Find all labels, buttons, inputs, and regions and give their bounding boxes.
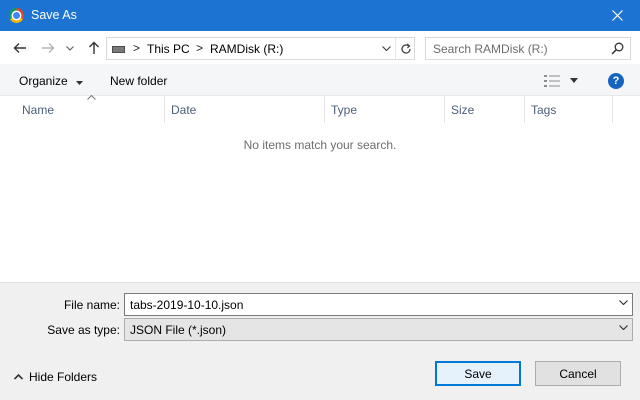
save-form: File name: tabs-2019-10-10.json Save as … (0, 282, 640, 400)
file-list[interactable]: Name Date Type Size Tags No items match … (0, 95, 640, 282)
address-dropdown-button[interactable] (377, 38, 395, 59)
up-button[interactable] (84, 39, 104, 57)
save-type-label-text: Save as type: (47, 323, 120, 337)
chrome-icon (9, 8, 24, 23)
back-button[interactable] (10, 39, 30, 57)
column-size[interactable]: Size (444, 96, 524, 123)
column-date[interactable]: Date (164, 96, 324, 123)
chevron-down-icon (66, 45, 74, 51)
cancel-button[interactable]: Cancel (535, 361, 621, 386)
window-title: Save As (31, 8, 77, 22)
save-button[interactable]: Save (435, 361, 521, 386)
caret-down-icon (570, 78, 578, 83)
save-type-select[interactable]: JSON File (*.json) (124, 318, 633, 341)
save-type-value: JSON File (*.json) (130, 323, 227, 337)
column-header-row: Name Date Type Size Tags (0, 95, 640, 123)
file-name-value: tabs-2019-10-10.json (130, 298, 244, 312)
change-view-button[interactable] (543, 72, 583, 89)
breadcrumb-separator: > (133, 41, 141, 55)
refresh-icon (400, 42, 411, 54)
hide-folders-button[interactable]: Hide Folders (14, 370, 97, 384)
organize-button[interactable]: Organize (19, 74, 84, 88)
title-bar: Save As (0, 0, 640, 31)
details-view-icon (544, 74, 560, 87)
hide-folders-label: Hide Folders (29, 370, 98, 384)
up-arrow-icon (89, 41, 99, 54)
forward-button[interactable] (38, 39, 58, 57)
file-name-label: File name: (0, 298, 120, 312)
address-row: > This PC > RAMDisk (R:) (0, 31, 640, 64)
chevron-up-icon (14, 374, 23, 380)
column-divider[interactable] (612, 96, 613, 123)
command-toolbar: Organize New folder ? (0, 64, 640, 96)
empty-message: No items match your search. (243, 138, 397, 152)
back-arrow-icon (13, 43, 26, 53)
caret-down-icon (76, 81, 84, 85)
chevron-down-icon (619, 325, 628, 330)
column-name[interactable]: Name (15, 96, 164, 123)
drive-icon (112, 46, 125, 53)
breadcrumb-ramdisk[interactable]: RAMDisk (R:) (210, 42, 283, 56)
breadcrumb-this-pc[interactable]: This PC (147, 42, 190, 56)
chevron-down-icon (381, 46, 391, 51)
search-box[interactable] (425, 37, 631, 60)
refresh-button[interactable] (395, 38, 415, 59)
breadcrumb-separator: > (196, 41, 204, 55)
column-type[interactable]: Type (324, 96, 444, 123)
save-type-label: Save as type: (0, 323, 120, 337)
file-name-field[interactable]: tabs-2019-10-10.json (124, 293, 633, 316)
close-icon (611, 10, 623, 21)
search-icon (611, 42, 624, 55)
column-tags[interactable]: Tags (524, 96, 612, 123)
recent-locations-button[interactable] (63, 39, 77, 57)
file-name-label-text: File name: (63, 298, 120, 312)
search-input[interactable] (426, 38, 606, 59)
address-bar[interactable]: > This PC > RAMDisk (R:) (106, 37, 415, 60)
chevron-down-icon[interactable] (619, 300, 628, 305)
forward-arrow-icon (42, 43, 55, 53)
close-button[interactable] (594, 0, 640, 31)
organize-label: Organize (19, 74, 68, 88)
new-folder-button[interactable]: New folder (110, 74, 167, 88)
help-button[interactable]: ? (608, 73, 624, 89)
